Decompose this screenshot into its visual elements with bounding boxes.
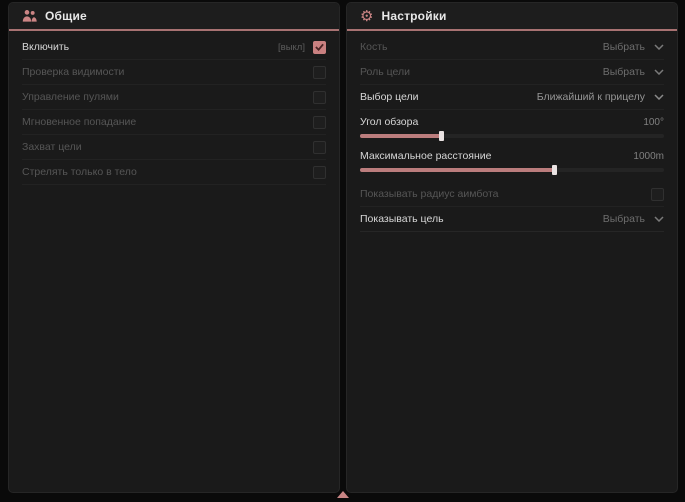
- dropdown-row-target-role: Роль цели Выбрать: [360, 60, 664, 85]
- hotkey-label: [выкл]: [278, 42, 305, 53]
- setting-label: Показывать цель: [360, 213, 444, 225]
- scroll-up-arrow-icon[interactable]: [337, 491, 349, 498]
- chevron-down-icon: [654, 216, 664, 222]
- toggle-label: Мгновенное попадание: [22, 116, 136, 128]
- gear-icon: ⚙: [360, 9, 373, 24]
- slider-fill: [360, 134, 442, 138]
- slider-handle[interactable]: [439, 131, 444, 141]
- dropdown-row-bone: Кость Выбрать: [360, 35, 664, 60]
- toggle-label: Проверка видимости: [22, 66, 124, 78]
- checkbox-unchecked[interactable]: [313, 166, 326, 179]
- slider-fill: [360, 168, 555, 172]
- slider-handle[interactable]: [552, 165, 557, 175]
- bone-dropdown[interactable]: Выбрать: [603, 41, 664, 53]
- toggle-row-visibility-check[interactable]: Проверка видимости: [22, 60, 326, 85]
- toggle-label: Показывать радиус аимбота: [360, 188, 499, 200]
- toggle-row-instant-hit[interactable]: Мгновенное попадание: [22, 110, 326, 135]
- dropdown-value: Ближайший к прицелу: [537, 91, 645, 103]
- checkbox-unchecked[interactable]: [651, 188, 664, 201]
- toggle-label: Управление пулями: [22, 91, 119, 103]
- dropdown-row-show-target: Показывать цель Выбрать: [360, 207, 664, 232]
- panel-general-title: Общие: [45, 9, 87, 23]
- checkbox-unchecked[interactable]: [313, 91, 326, 104]
- slider-row-max-distance: Максимальное расстояние 1000m: [360, 144, 664, 178]
- panel-settings-body: Кость Выбрать Роль цели Выбрать Выбор це…: [347, 31, 677, 232]
- dropdown-value: Выбрать: [603, 66, 645, 78]
- panel-settings-title: Настройки: [381, 9, 446, 23]
- toggle-row-enable[interactable]: Включить [выкл]: [22, 35, 326, 60]
- toggle-label: Захват цели: [22, 141, 82, 153]
- show-target-dropdown[interactable]: Выбрать: [603, 213, 664, 225]
- chevron-down-icon: [654, 44, 664, 50]
- fov-slider[interactable]: [360, 134, 664, 138]
- toggle-row-bullet-control[interactable]: Управление пулями: [22, 85, 326, 110]
- toggle-label: Стрелять только в тело: [22, 166, 137, 178]
- slider-value: 1000m: [633, 151, 664, 162]
- panel-general-header: Общие: [9, 3, 339, 31]
- setting-label: Выбор цели: [360, 91, 419, 103]
- dropdown-row-target-selection: Выбор цели Ближайший к прицелу: [360, 85, 664, 110]
- setting-label: Кость: [360, 41, 388, 53]
- checkbox-unchecked[interactable]: [313, 116, 326, 129]
- checkbox-unchecked[interactable]: [313, 141, 326, 154]
- check-icon: [315, 43, 324, 51]
- target-selection-dropdown[interactable]: Ближайший к прицелу: [537, 91, 664, 103]
- toggle-row-show-aimbot-radius[interactable]: Показывать радиус аимбота: [360, 182, 664, 207]
- toggle-row-target-lock[interactable]: Захват цели: [22, 135, 326, 160]
- people-icon: [22, 9, 37, 23]
- panel-general: Общие Включить [выкл] Проверка видимости…: [8, 2, 340, 493]
- max-distance-slider[interactable]: [360, 168, 664, 172]
- checkbox-checked[interactable]: [313, 41, 326, 54]
- dropdown-value: Выбрать: [603, 41, 645, 53]
- setting-label: Максимальное расстояние: [360, 150, 491, 162]
- target-role-dropdown[interactable]: Выбрать: [603, 66, 664, 78]
- chevron-down-icon: [654, 69, 664, 75]
- slider-row-fov: Угол обзора 100°: [360, 110, 664, 144]
- setting-label: Роль цели: [360, 66, 410, 78]
- panel-settings-header: ⚙ Настройки: [347, 3, 677, 31]
- dropdown-value: Выбрать: [603, 213, 645, 225]
- panel-general-body: Включить [выкл] Проверка видимости Управ…: [9, 31, 339, 185]
- panel-settings: ⚙ Настройки Кость Выбрать Роль цели Выбр…: [346, 2, 678, 493]
- toggle-row-body-only[interactable]: Стрелять только в тело: [22, 160, 326, 185]
- toggle-label: Включить: [22, 41, 69, 53]
- checkbox-unchecked[interactable]: [313, 66, 326, 79]
- slider-value: 100°: [643, 117, 664, 128]
- chevron-down-icon: [654, 94, 664, 100]
- setting-label: Угол обзора: [360, 116, 418, 128]
